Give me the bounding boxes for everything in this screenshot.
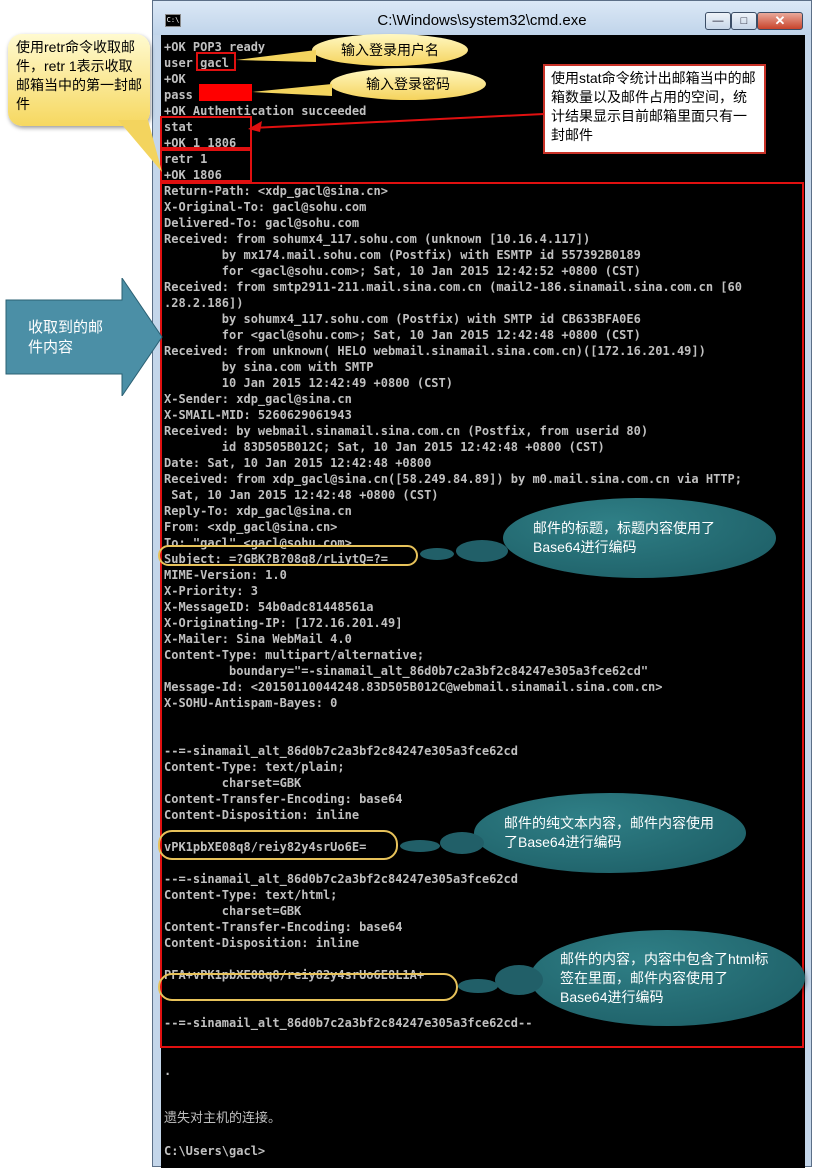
retr-highlight-box	[160, 149, 252, 182]
retr-callout: 使用retr命令收取邮件，retr 1表示收取邮箱当中的第一封邮件	[8, 34, 150, 126]
pass-callout-pointer	[252, 84, 332, 96]
console-line: +OK	[164, 72, 186, 86]
minimize-button[interactable]: —	[705, 12, 731, 30]
user-highlight-box	[196, 52, 236, 71]
stat-highlight-box	[160, 116, 252, 149]
html-body-highlight	[158, 973, 458, 1001]
pass-callout-text: 输入登录密码	[366, 76, 450, 92]
password-mask	[199, 84, 252, 101]
subject-callout-text: 邮件的标题，标题内容使用了Base64进行编码	[533, 520, 715, 555]
html-callout-text: 邮件的内容，内容中包含了html标签在里面，邮件内容使用了Base64进行编码	[560, 950, 769, 1005]
subject-highlight	[158, 545, 418, 566]
plain-body-highlight	[158, 830, 398, 860]
received-callout-text: 收取到的邮件内容	[28, 319, 104, 356]
subject-callout: 邮件的标题，标题内容使用了Base64进行编码	[503, 498, 776, 578]
plain-callout-dot-small	[400, 840, 440, 852]
plain-callout: 邮件的纯文本内容，邮件内容使用了Base64进行编码	[474, 793, 746, 873]
console-line: 遗失对主机的连接。	[164, 1111, 282, 1126]
html-callout-dot	[495, 965, 543, 995]
console-line: pass	[164, 88, 193, 102]
subject-callout-dot	[456, 540, 508, 562]
maximize-button[interactable]: □	[731, 12, 757, 30]
stat-callout: 使用stat命令统计出邮箱当中的邮箱数量以及邮件占用的空间，统计结果显示目前邮箱…	[543, 64, 766, 154]
user-callout: 输入登录用户名	[312, 34, 468, 66]
user-callout-pointer	[236, 50, 316, 62]
retr-callout-text: 使用retr命令收取邮件，retr 1表示收取邮箱当中的第一封邮件	[16, 39, 142, 112]
plain-callout-text: 邮件的纯文本内容，邮件内容使用了Base64进行编码	[504, 815, 714, 850]
subject-callout-dot-small	[420, 548, 454, 560]
console-line: .	[164, 1064, 172, 1078]
plain-callout-dot	[440, 832, 484, 854]
close-button[interactable]: ✕	[757, 12, 803, 30]
stat-callout-text: 使用stat命令统计出邮箱当中的邮箱数量以及邮件占用的空间，统计结果显示目前邮箱…	[551, 70, 756, 143]
html-callout: 邮件的内容，内容中包含了html标签在里面，邮件内容使用了Base64进行编码	[530, 930, 805, 1026]
message-content-box	[160, 182, 804, 1048]
console-line: C:\Users\gacl>	[164, 1144, 266, 1158]
stat-callout-arrow	[248, 113, 545, 132]
html-callout-dot-small	[458, 979, 498, 993]
retr-callout-pointer	[118, 120, 162, 172]
pass-callout: 输入登录密码	[330, 68, 486, 100]
title-bar[interactable]: C:\ C:\Windows\system32\cmd.exe — □ ✕	[153, 1, 811, 35]
user-callout-text: 输入登录用户名	[341, 42, 439, 58]
